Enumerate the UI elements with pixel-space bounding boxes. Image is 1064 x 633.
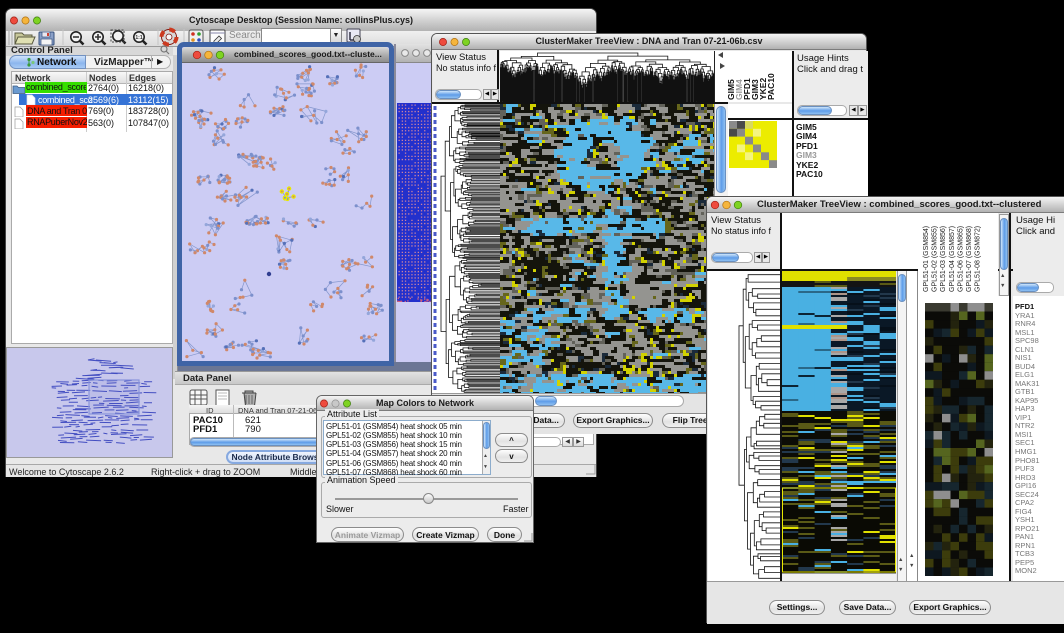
- svg-text:GPL51-06 (GSM865): GPL51-06 (GSM865): [957, 226, 964, 292]
- svg-text:GPL51-02 (GSM855): GPL51-02 (GSM855): [932, 226, 939, 292]
- svg-text:GPL51-08 (GSM872): GPL51-08 (GSM872): [975, 226, 982, 292]
- svg-text:1:1: 1:1: [135, 35, 142, 41]
- svg-text:GPL51-04 (GSM857): GPL51-04 (GSM857): [949, 226, 956, 292]
- svg-text:GPL51-01 (GSM854): GPL51-01 (GSM854): [923, 226, 930, 292]
- svg-text:PAC10: PAC10: [766, 73, 776, 100]
- svg-text:GPL51-07 (GSM868): GPL51-07 (GSM868): [966, 226, 973, 292]
- svg-text:GPL51-03 (GSM856): GPL51-03 (GSM856): [940, 226, 947, 292]
